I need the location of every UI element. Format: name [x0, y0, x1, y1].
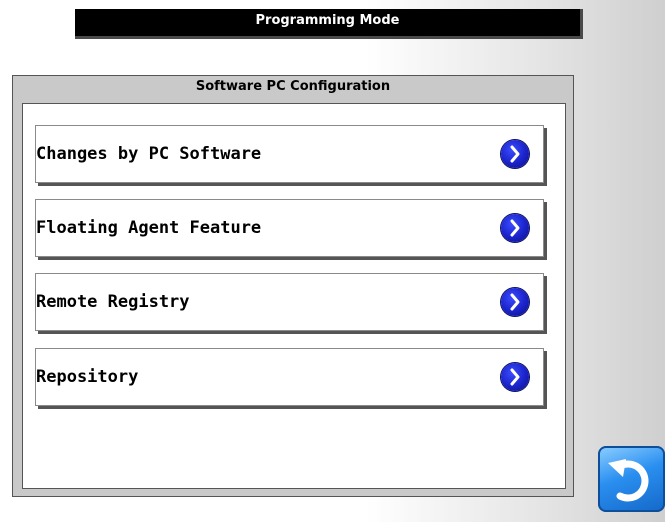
chevron-right-icon	[501, 140, 529, 168]
changes-by-pc-software-button[interactable]: Changes by PC Software	[35, 125, 544, 183]
software-pc-configuration-panel: Software PC Configuration Changes by PC …	[12, 75, 574, 497]
menu-item-label: Remote Registry	[36, 292, 190, 312]
page-title: Programming Mode	[255, 13, 400, 28]
repository-button[interactable]: Repository	[35, 348, 544, 406]
header-title-bar: Programming Mode	[75, 9, 583, 39]
floating-agent-feature-button[interactable]: Floating Agent Feature	[35, 199, 544, 257]
panel-title: Software PC Configuration	[195, 79, 391, 94]
chevron-right-icon	[501, 288, 529, 316]
remote-registry-button[interactable]: Remote Registry	[35, 273, 544, 331]
menu-list: Changes by PC Software Floating Agent Fe…	[22, 103, 566, 489]
menu-item-label: Changes by PC Software	[36, 144, 262, 164]
menu-item-label: Floating Agent Feature	[36, 218, 262, 238]
back-button[interactable]	[598, 446, 665, 512]
chevron-right-icon	[501, 363, 529, 391]
chevron-right-icon	[501, 214, 529, 242]
back-arrow-icon	[608, 459, 649, 502]
menu-item-label: Repository	[36, 367, 139, 387]
